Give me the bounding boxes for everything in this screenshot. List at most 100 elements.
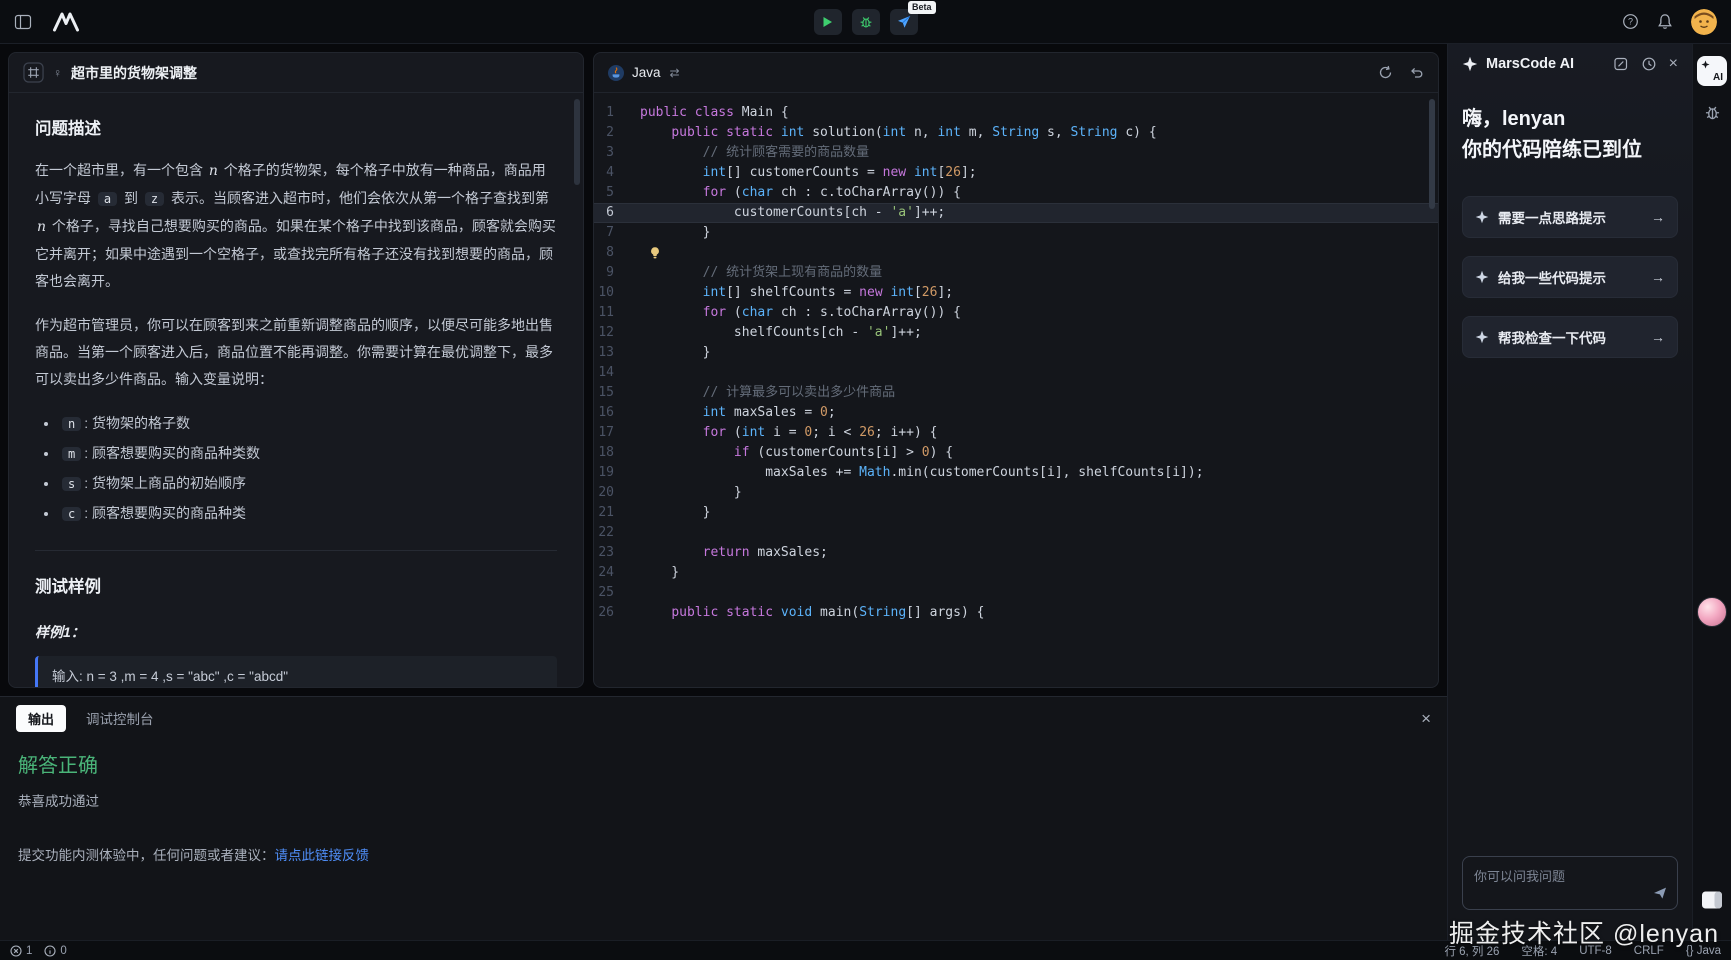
code-line[interactable]: 4 int[] customerCounts = new int[26];: [594, 163, 1438, 183]
code-line[interactable]: 18 if (customerCounts[i] > 0) {: [594, 443, 1438, 463]
difficulty-icon: ♀: [53, 66, 62, 80]
switch-language-icon[interactable]: ⇄: [670, 66, 680, 80]
code-line[interactable]: 6 customerCounts[ch - 'a']++;: [594, 203, 1438, 223]
code-line[interactable]: 9 // 统计货架上现有商品的数量: [594, 263, 1438, 283]
ai-assistant-button[interactable]: AI: [1697, 56, 1727, 86]
code-line[interactable]: 16 int maxSales = 0;: [594, 403, 1438, 423]
ai-suggestion-code-hint[interactable]: 给我一些代码提示 →: [1462, 256, 1678, 298]
list-item: n: 货物架的格子数: [59, 410, 557, 437]
language-mode[interactable]: {} Java: [1686, 945, 1721, 957]
problem-scrollbar[interactable]: [574, 99, 580, 185]
history-icon[interactable]: [1641, 56, 1657, 72]
panel-toggle-icon[interactable]: [1701, 890, 1723, 910]
marscode-logo-icon[interactable]: [52, 12, 80, 32]
report-bug-icon[interactable]: [1704, 104, 1721, 121]
code-line[interactable]: 11 for (char ch : s.toCharArray()) {: [594, 303, 1438, 323]
new-chat-icon[interactable]: [1613, 56, 1629, 72]
code-line[interactable]: 7 }: [594, 223, 1438, 243]
line-number: 10: [594, 283, 640, 303]
code-line[interactable]: 14: [594, 363, 1438, 383]
code-line[interactable]: 21 }: [594, 503, 1438, 523]
line-number: 26: [594, 603, 640, 623]
code-line[interactable]: 26 public static void main(String[] args…: [594, 603, 1438, 623]
code-line[interactable]: 22: [594, 523, 1438, 543]
code-line[interactable]: 20 }: [594, 483, 1438, 503]
topbar: Beta ?: [0, 0, 1731, 44]
code-line[interactable]: 5 for (char ch : c.toCharArray()) {: [594, 183, 1438, 203]
ai-suggestion-idea-hint[interactable]: 需要一点思路提示 →: [1462, 196, 1678, 238]
submit-button[interactable]: Beta: [890, 9, 918, 35]
sample-1-label: 样例1：: [35, 619, 557, 646]
code-line[interactable]: 23 return maxSales;: [594, 543, 1438, 563]
code-line[interactable]: 2 public static int solution(int n, int …: [594, 123, 1438, 143]
indent-setting[interactable]: 空格: 4: [1521, 943, 1557, 959]
encoding-setting[interactable]: UTF-8: [1579, 945, 1612, 957]
close-icon[interactable]: ×: [1669, 56, 1678, 72]
tab-java[interactable]: Java: [608, 65, 661, 81]
output-tab-bar: 输出 调试控制台 ×: [0, 697, 1447, 739]
ai-suggestion-check-code[interactable]: 帮我检查一下代码 →: [1462, 316, 1678, 358]
svg-text:?: ?: [1628, 17, 1633, 27]
run-button[interactable]: [814, 9, 842, 35]
code-editor[interactable]: 1public class Main {2 public static int …: [594, 93, 1438, 687]
user-avatar[interactable]: [1691, 9, 1717, 35]
close-icon[interactable]: ×: [1421, 710, 1431, 727]
problem-paragraph-1: 在一个超市里，有一个包含 n 个格子的货物架，每个格子中放有一种商品，商品用小写…: [35, 157, 557, 295]
reset-code-icon[interactable]: [1409, 65, 1424, 80]
code-text: int[] customerCounts = new int[26];: [640, 163, 977, 183]
problem-title: 超市里的货物架调整: [71, 63, 197, 83]
tab-output[interactable]: 输出: [16, 705, 66, 732]
code-text: int maxSales = 0;: [640, 403, 836, 423]
ai-panel-header: MarsCode AI ×: [1462, 44, 1678, 84]
help-icon[interactable]: ?: [1622, 13, 1639, 30]
eol-setting[interactable]: CRLF: [1634, 945, 1664, 957]
code-line[interactable]: 17 for (int i = 0; i < 26; i++) {: [594, 423, 1438, 443]
tab-debug-console[interactable]: 调试控制台: [86, 708, 154, 728]
line-number: 18: [594, 443, 640, 463]
code-line[interactable]: 15 // 计算最多可以卖出多少件商品: [594, 383, 1438, 403]
ai-greeting: 嗨，lenyan 你的代码陪练已到位: [1462, 104, 1678, 166]
code-line[interactable]: 8: [594, 243, 1438, 263]
output-content: 解答正确 恭喜成功通过 提交功能内测体验中，任何问题或者建议：请点此链接反馈: [0, 739, 1447, 874]
errors-indicator[interactable]: 1: [10, 945, 32, 957]
profile-avatar[interactable]: [1697, 597, 1727, 627]
play-icon: [822, 16, 833, 28]
code-line[interactable]: 25: [594, 583, 1438, 603]
code-line[interactable]: 10 int[] shelfCounts = new int[26];: [594, 283, 1438, 303]
ai-chat-input[interactable]: [1463, 857, 1677, 909]
result-subtext: 恭喜成功通过: [18, 790, 1429, 810]
line-number: 3: [594, 143, 640, 163]
debug-button[interactable]: [852, 9, 880, 35]
code-line[interactable]: 3 // 统计顾客需要的商品数量: [594, 143, 1438, 163]
feedback-row: 提交功能内测体验中，任何问题或者建议：请点此链接反馈: [18, 844, 1429, 864]
feedback-link[interactable]: 请点此链接反馈: [275, 848, 370, 863]
code-line[interactable]: 12 shelfCounts[ch - 'a']++;: [594, 323, 1438, 343]
line-number: 2: [594, 123, 640, 143]
warnings-indicator[interactable]: 0: [44, 945, 66, 957]
sidebar-toggle-icon[interactable]: [14, 13, 32, 31]
lightbulb-icon[interactable]: [648, 206, 662, 220]
code-text: shelfCounts[ch - 'a']++;: [640, 323, 922, 343]
line-number: 23: [594, 543, 640, 563]
code-line[interactable]: 1public class Main {: [594, 103, 1438, 123]
variable-list: n: 货物架的格子数 m: 顾客想要购买的商品种类数 s: 货物架上商品的初始顺…: [35, 410, 557, 528]
code-text: }: [640, 343, 710, 363]
code-text: return maxSales;: [640, 543, 828, 563]
sparkle-icon: [1475, 210, 1489, 224]
send-message-icon[interactable]: [1652, 885, 1668, 901]
sample-1-box: 输入: n = 3 ,m = 4 ,s = "abc" ,c = "abcd" …: [35, 656, 557, 687]
code-line[interactable]: 24 }: [594, 563, 1438, 583]
send-icon: [897, 15, 911, 29]
line-number: 9: [594, 263, 640, 283]
code-line[interactable]: 19 maxSales += Math.min(customerCounts[i…: [594, 463, 1438, 483]
line-number: 25: [594, 583, 640, 603]
notifications-bell-icon[interactable]: [1657, 13, 1673, 30]
ai-greeting-line1: 嗨，lenyan: [1462, 104, 1678, 135]
refresh-icon[interactable]: [1378, 65, 1393, 80]
line-number: 16: [594, 403, 640, 423]
problem-panel-header: ♀ 超市里的货物架调整: [9, 53, 583, 93]
cursor-position[interactable]: 行 6, 列 26: [1444, 943, 1499, 959]
code-line[interactable]: 13 }: [594, 343, 1438, 363]
code-text: for (int i = 0; i < 26; i++) {: [640, 423, 937, 443]
editor-scrollbar[interactable]: [1429, 99, 1435, 209]
